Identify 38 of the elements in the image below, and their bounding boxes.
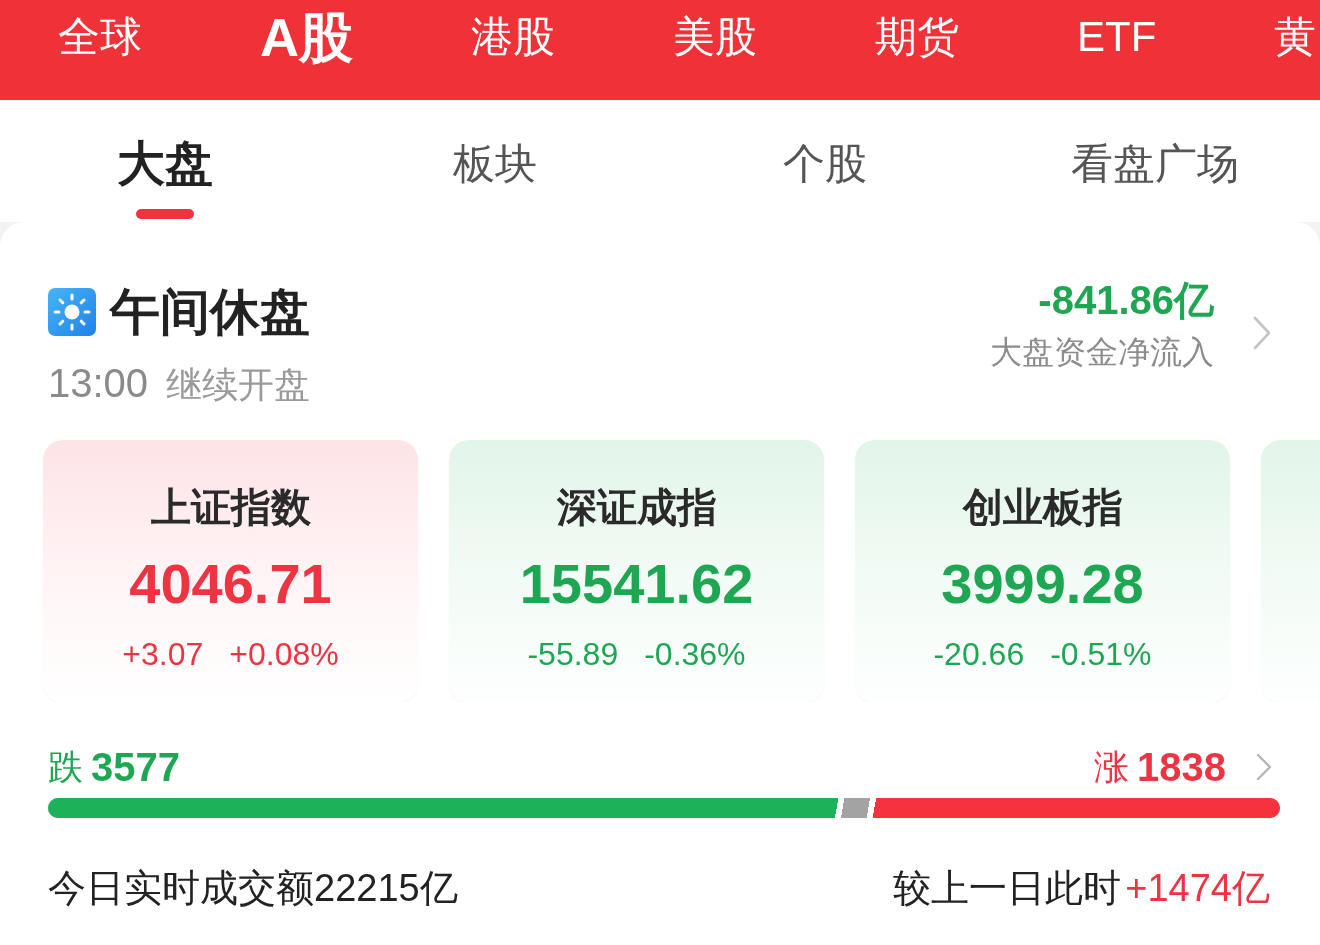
chevron-right-icon[interactable] xyxy=(1252,316,1272,350)
resume-label: 继续开盘 xyxy=(166,363,311,407)
market-tab[interactable]: 黄 xyxy=(1274,11,1317,63)
index-name: 创业板指 xyxy=(962,484,1123,531)
compare-label: 较上一日此时 xyxy=(893,866,1122,911)
index-change: -55.89 xyxy=(527,635,619,674)
index-change: +3.07 xyxy=(122,635,204,674)
section-tab[interactable]: 个股 xyxy=(783,139,867,189)
index-change-percent: -0.36% xyxy=(644,635,746,674)
market-tab[interactable]: 美股 xyxy=(673,11,757,63)
index-change: -20.66 xyxy=(933,635,1025,674)
market-tab[interactable]: 期货 xyxy=(875,11,959,63)
net-inflow-label: 大盘资金净流入 xyxy=(990,333,1214,372)
index-value: 4046.71 xyxy=(129,551,332,617)
market-tab[interactable]: 港股 xyxy=(471,11,555,63)
index-value: 15541.62 xyxy=(519,551,754,617)
market-tab[interactable]: A股 xyxy=(260,4,353,70)
decline-label: 跌 xyxy=(48,746,83,788)
index-change-percent: +0.08% xyxy=(229,635,339,674)
section-tab[interactable]: 看盘广场 xyxy=(1071,139,1239,189)
index-name: 深证成指 xyxy=(556,484,717,531)
index-change-percent: -0.51% xyxy=(1050,635,1152,674)
advance-label: 涨 xyxy=(1094,746,1129,788)
sun-icon xyxy=(48,288,96,336)
market-tab[interactable]: 全球 xyxy=(58,11,142,63)
net-inflow-value: -841.86亿 xyxy=(1038,277,1214,324)
resume-time: 13:00 xyxy=(48,360,149,407)
turnover-text: 今日实时成交额22215亿 xyxy=(48,866,458,911)
decline-count: 3577 xyxy=(91,744,180,791)
index-name: 上证指数 xyxy=(150,484,311,531)
advance-count: 1838 xyxy=(1137,744,1226,791)
section-tab[interactable]: 大盘 xyxy=(117,139,213,219)
section-tab[interactable]: 板块 xyxy=(453,139,537,189)
index-value: 3999.28 xyxy=(941,551,1144,617)
chevron-right-icon[interactable] xyxy=(1256,753,1272,781)
compare-value: +1474亿 xyxy=(1125,866,1270,911)
session-status-title: 午间休盘 xyxy=(110,284,310,340)
market-tab[interactable]: ETF xyxy=(1077,11,1157,63)
